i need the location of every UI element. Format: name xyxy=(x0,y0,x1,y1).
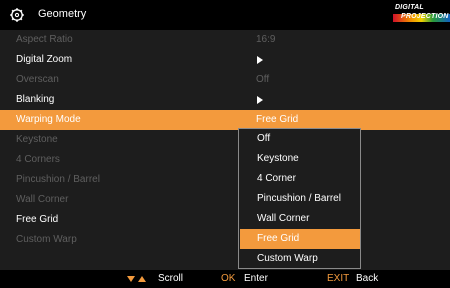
dropdown-option-label: Wall Corner xyxy=(257,213,310,224)
menu-row-label: Overscan xyxy=(16,74,59,85)
dropdown-option-wall-corner[interactable]: Wall Corner xyxy=(240,209,360,229)
dropdown-option-4-corner[interactable]: 4 Corner xyxy=(240,169,360,189)
menu-row-label: 4 Corners xyxy=(16,154,60,165)
dropdown-option-label: Keystone xyxy=(257,153,299,164)
dropdown-option-label: 4 Corner xyxy=(257,173,296,184)
menu-row-value: Free Grid xyxy=(256,114,299,125)
menu-title: Geometry xyxy=(38,8,87,20)
menu-row-blanking[interactable]: Blanking xyxy=(0,90,450,110)
dropdown-option-free-grid[interactable]: Free Grid xyxy=(240,229,360,249)
menu-row-label: Digital Zoom xyxy=(16,54,73,65)
ok-key-label: OK xyxy=(221,273,236,284)
menu-row-custom-warp: Custom Warp xyxy=(0,230,450,250)
menu-row-pincushion-barrel: Pincushion / Barrel xyxy=(0,170,450,190)
menu-row-value: 16:9 xyxy=(256,34,276,45)
warping-mode-dropdown[interactable]: Off Keystone 4 Corner Pincushion / Barre… xyxy=(238,128,361,269)
submenu-arrow-icon xyxy=(257,96,263,104)
menu-row-label: Free Grid xyxy=(16,214,59,225)
menu-row-label: Warping Mode xyxy=(16,114,81,125)
title-bar: Geometry DIGITAL PROJECTION xyxy=(0,0,450,30)
enter-hint: Enter xyxy=(244,273,268,284)
menu-row-label: Aspect Ratio xyxy=(16,34,73,45)
menu-row-aspect-ratio: Aspect Ratio 16:9 xyxy=(0,30,450,50)
back-hint: Back xyxy=(356,273,379,284)
dropdown-option-off[interactable]: Off xyxy=(240,129,360,149)
menu-row-label: Keystone xyxy=(16,134,58,145)
menu-row-warping-mode[interactable]: Warping Mode Free Grid xyxy=(0,110,450,130)
dropdown-option-keystone[interactable]: Keystone xyxy=(240,149,360,169)
dropdown-option-label: Custom Warp xyxy=(257,253,318,264)
gear-icon xyxy=(10,8,24,22)
logo-text-projection: PROJECTION xyxy=(401,13,449,20)
digital-projection-logo: DIGITAL PROJECTION xyxy=(393,3,450,27)
dropdown-option-custom-warp[interactable]: Custom Warp xyxy=(240,249,360,269)
menu-row-label: Wall Corner xyxy=(16,194,69,205)
menu-row-overscan: Overscan Off xyxy=(0,70,450,90)
menu-row-wall-corner: Wall Corner xyxy=(0,190,450,210)
scroll-hint: Scroll xyxy=(158,273,184,284)
menu-row-label: Pincushion / Barrel xyxy=(16,174,100,185)
menu-row-label: Blanking xyxy=(16,94,55,105)
dropdown-option-label: Pincushion / Barrel xyxy=(257,193,341,204)
up-down-arrows-icon xyxy=(127,276,146,282)
submenu-arrow-icon xyxy=(257,56,263,64)
dropdown-option-label: Off xyxy=(257,133,271,144)
logo-text-digital: DIGITAL xyxy=(395,4,424,11)
exit-key-label: EXIT xyxy=(327,273,350,284)
footer-hint-bar: Scroll OK Enter EXIT Back xyxy=(0,270,450,288)
menu-row-label: Custom Warp xyxy=(16,234,77,245)
menu-row-keystone: Keystone xyxy=(0,130,450,150)
menu-row-value: Off xyxy=(256,74,270,85)
dropdown-option-pincushion-barrel[interactable]: Pincushion / Barrel xyxy=(240,189,360,209)
menu-row-digital-zoom[interactable]: Digital Zoom xyxy=(0,50,450,70)
menu-row-4-corners: 4 Corners xyxy=(0,150,450,170)
menu-row-free-grid[interactable]: Free Grid xyxy=(0,210,450,230)
dropdown-option-label: Free Grid xyxy=(257,233,300,244)
